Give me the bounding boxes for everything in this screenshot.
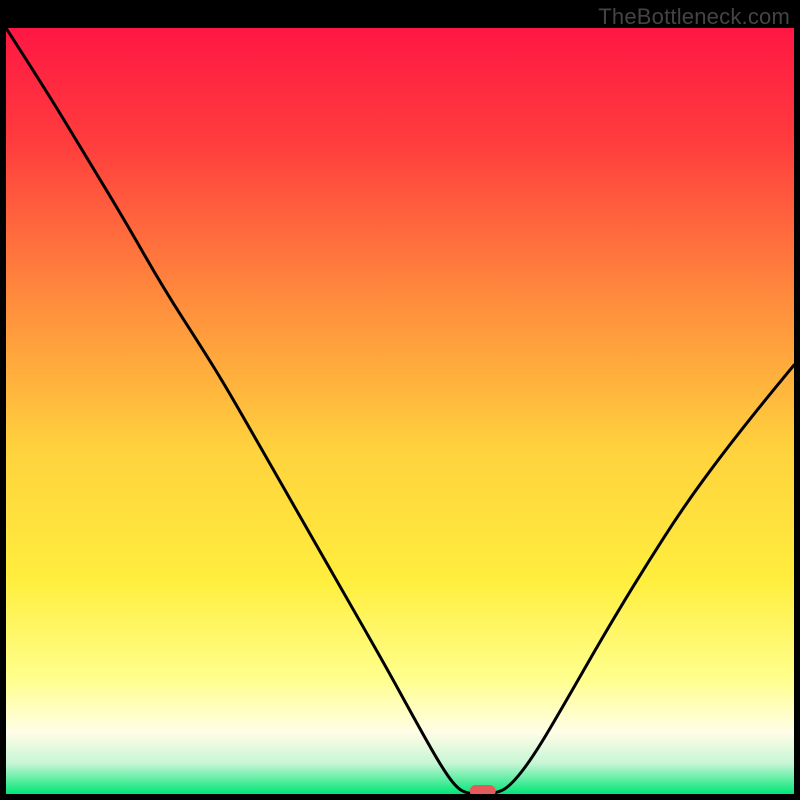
optimal-marker xyxy=(470,785,496,794)
plot-area xyxy=(6,28,794,794)
gradient-background xyxy=(6,28,794,794)
bottleneck-chart xyxy=(6,28,794,794)
chart-container: TheBottleneck.com xyxy=(0,0,800,800)
watermark-text: TheBottleneck.com xyxy=(598,4,790,30)
